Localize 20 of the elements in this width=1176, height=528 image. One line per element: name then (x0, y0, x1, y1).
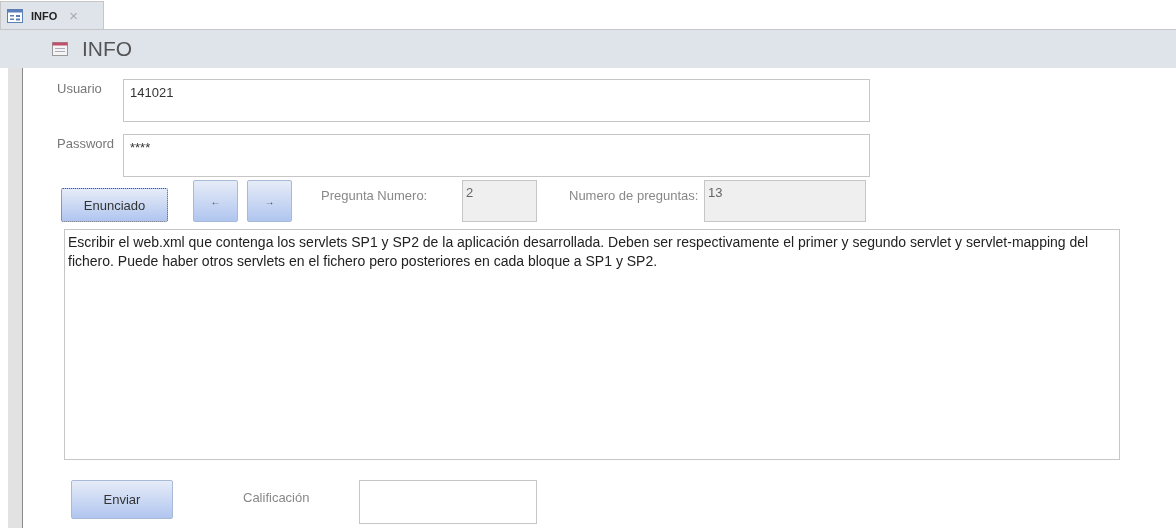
grade-field[interactable] (359, 480, 537, 524)
field-label: Pregunta Numero: (321, 188, 429, 203)
field-label: Usuario (57, 80, 103, 98)
form-icon (52, 42, 68, 56)
input-field[interactable]: **** (123, 134, 870, 177)
submit-button[interactable]: Enviar (71, 480, 173, 519)
form-tab[interactable]: INFO × (0, 1, 104, 29)
form-title: INFO (82, 37, 133, 61)
readonly-field: 13 (704, 180, 866, 222)
previous-button[interactable]: ← (193, 180, 238, 222)
record-selector[interactable] (8, 68, 23, 528)
form-icon (7, 8, 23, 23)
field-label: Calificación (243, 490, 311, 505)
next-button[interactable]: → (247, 180, 292, 222)
readonly-field: 2 (462, 180, 537, 222)
statement-text: Escribir el web.xml que contenga los servlets SP1 y SP2 de la aplicación desarrollada. Deben ser respectivamente el primer y segundo servlet y servlet-mapping del fichero. Puede haber otros servlets en el fichero pero posteriores en cada bloque a SP1 y SP2. (64, 229, 1120, 460)
statement-button[interactable]: Enunciado (61, 188, 168, 222)
input-field[interactable]: 141021 (123, 79, 870, 122)
field-label: Numero de preguntas: (569, 188, 700, 203)
field-label: Password (57, 135, 116, 153)
